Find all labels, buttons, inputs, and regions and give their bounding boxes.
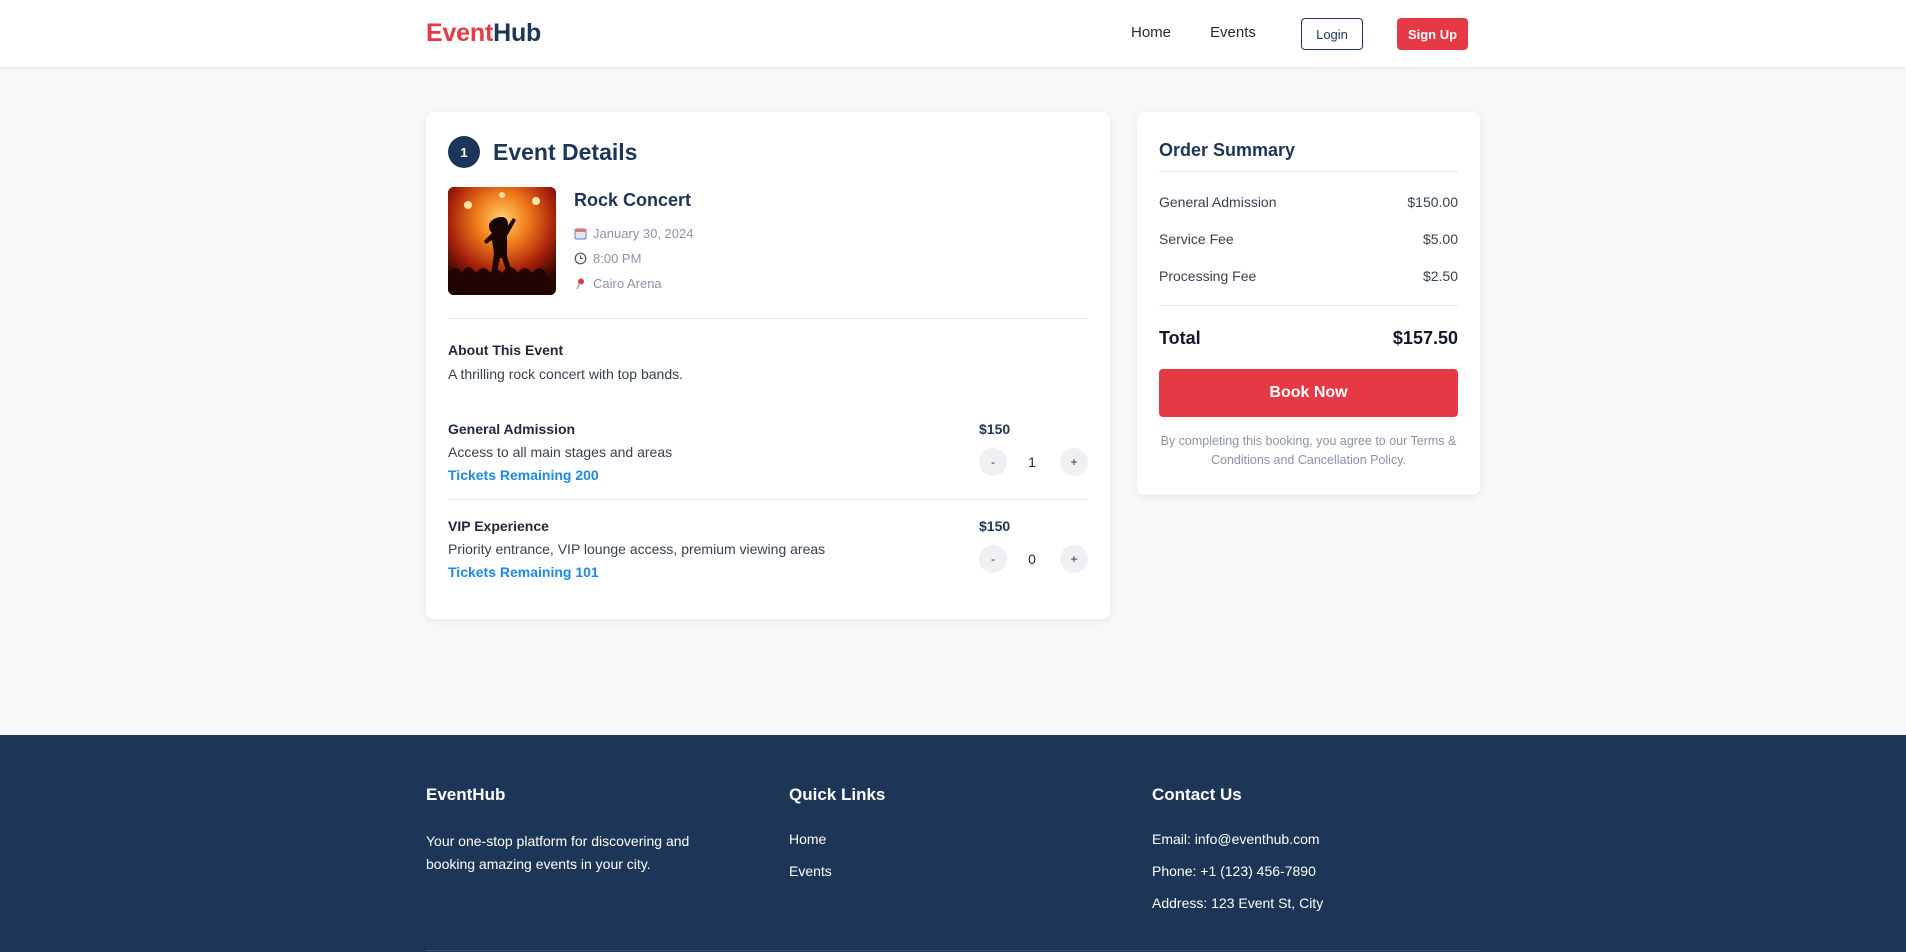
event-date: January 30, 2024 [574, 226, 693, 241]
summary-line-amount: $5.00 [1422, 231, 1458, 247]
tickets-remaining: Tickets Remaining 200 [448, 467, 599, 483]
increase-quantity-button[interactable]: + [1060, 448, 1088, 476]
clock-icon [574, 252, 587, 265]
total-amount: $157.50 [1392, 328, 1458, 348]
event-location-text: Cairo Arena [593, 276, 662, 291]
divider [1159, 171, 1458, 172]
ticket-description: Access to all main stages and areas [448, 444, 673, 460]
footer-contact-title: Contact Us [1152, 785, 1242, 804]
event-time-text: 8:00 PM [593, 251, 642, 266]
event-date-text: January 30, 2024 [593, 226, 694, 241]
tickets-remaining: Tickets Remaining 101 [448, 564, 599, 580]
ticket-name: General Admission [448, 421, 576, 437]
footer-quick-links-title: Quick Links [789, 785, 886, 804]
decrease-quantity-button[interactable]: - [979, 448, 1007, 476]
ticket-description: Priority entrance, VIP lounge access, pr… [448, 541, 826, 557]
footer-brand-title: EventHub [426, 785, 506, 804]
ticket-name: VIP Experience [448, 518, 549, 534]
summary-line-amount: $150.00 [1407, 194, 1458, 210]
signup-button[interactable]: Sign Up [1397, 18, 1468, 50]
order-summary-card: Order Summary General Admission $150.00 … [1137, 112, 1480, 495]
event-time: 8:00 PM [574, 251, 641, 266]
footer-divider [426, 950, 1480, 951]
event-details-card: 1 Event Details Rock Concert January 30,… [426, 112, 1110, 619]
top-navbar: EventHub Home Events Login Sign Up [0, 0, 1906, 67]
nav-home-link[interactable]: Home [1131, 24, 1171, 41]
divider [448, 318, 1088, 319]
divider [1159, 305, 1458, 306]
summary-line-label: Service Fee [1159, 231, 1234, 247]
ticket-price: $150 [979, 421, 1011, 437]
total-label: Total [1159, 328, 1201, 348]
summary-line-amount: $2.50 [1422, 268, 1458, 284]
event-location: Cairo Arena [574, 276, 662, 291]
quantity-value: 0 [1028, 551, 1036, 567]
book-now-button[interactable]: Book Now [1159, 369, 1458, 417]
footer-contact-phone: Phone: +1 (123) 456-7890 [1152, 863, 1316, 879]
footer-brand-text: Your one-stop platform for discovering a… [426, 833, 690, 872]
summary-line-label: Processing Fee [1159, 268, 1257, 284]
footer-contact-email: Email: info@eventhub.com [1152, 831, 1320, 847]
footer-link-events[interactable]: Events [789, 863, 832, 879]
login-button[interactable]: Login [1301, 18, 1363, 50]
location-pin-icon [574, 277, 587, 290]
summary-line: General Admission $150.00 [1159, 194, 1458, 210]
about-text: A thrilling rock concert with top bands. [448, 366, 684, 382]
event-name: Rock Concert [574, 190, 692, 210]
footer-link-home[interactable]: Home [789, 831, 826, 847]
footer: EventHub Your one-stop platform for disc… [0, 735, 1906, 952]
summary-line-label: General Admission [1159, 194, 1277, 210]
divider [448, 499, 1088, 500]
summary-line: Processing Fee $2.50 [1159, 268, 1458, 284]
logo-event: Event [426, 19, 494, 47]
calendar-icon [574, 227, 587, 240]
terms-notice: By completing this booking, you agree to… [1160, 434, 1457, 467]
order-total: Total $157.50 [1159, 328, 1458, 349]
section-title: Event Details [493, 139, 638, 165]
decrease-quantity-button[interactable]: - [979, 545, 1007, 573]
ticket-price: $150 [979, 518, 1011, 534]
summary-line: Service Fee $5.00 [1159, 231, 1458, 247]
footer-contact-address: Address: 123 Event St, City [1152, 895, 1324, 911]
event-image [448, 187, 556, 295]
increase-quantity-button[interactable]: + [1060, 545, 1088, 573]
logo-hub: Hub [493, 19, 542, 47]
order-summary-title: Order Summary [1159, 140, 1296, 160]
nav-events-link[interactable]: Events [1210, 24, 1256, 41]
quantity-value: 1 [1028, 454, 1036, 470]
about-title: About This Event [448, 342, 564, 358]
site-logo[interactable]: EventHub [426, 19, 541, 48]
step-badge: 1 [448, 136, 480, 168]
